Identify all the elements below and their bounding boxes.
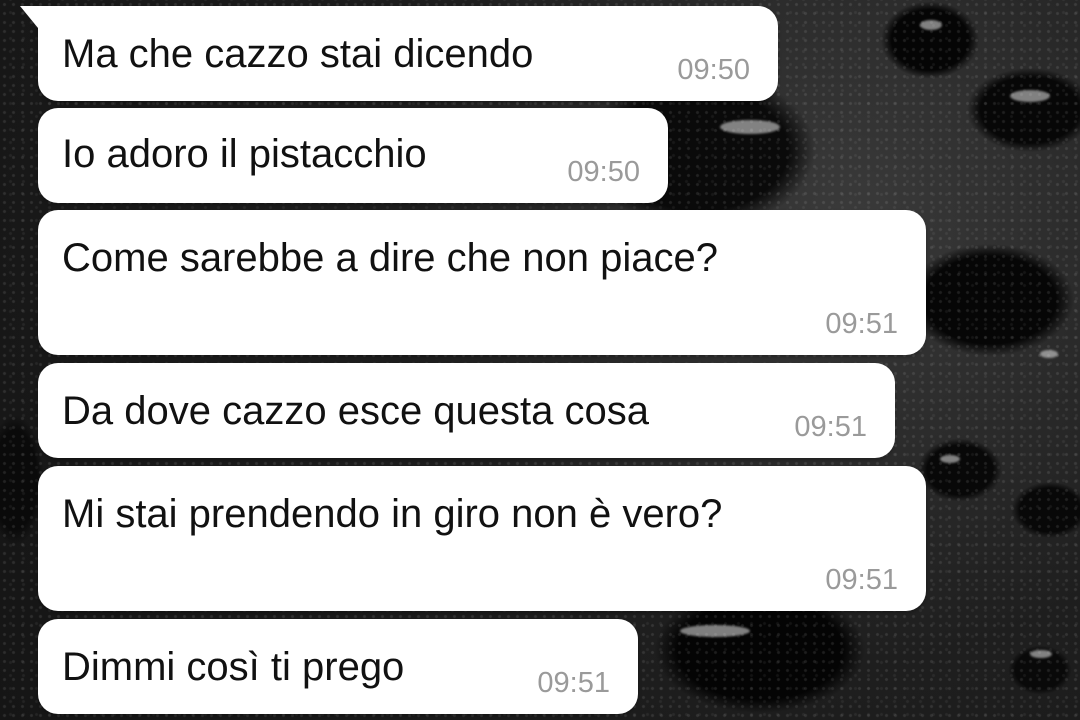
message-bubble[interactable]: Come sarebbe a dire che non piace? 09:51 (38, 210, 926, 355)
message-text: Io adoro il pistacchio (62, 132, 427, 176)
message-text: Come sarebbe a dire che non piace? (62, 236, 718, 280)
message-text: Da dove cazzo esce questa cosa (62, 389, 650, 433)
message-bubble[interactable]: Mi stai prendendo in giro non è vero? 09… (38, 466, 926, 611)
message-text: Dimmi così ti prego (62, 645, 405, 689)
message-text: Mi stai prendendo in giro non è vero? (62, 492, 723, 536)
message-time: 09:51 (537, 667, 610, 699)
message-time: 09:51 (825, 308, 898, 340)
message-bubble[interactable]: Io adoro il pistacchio 09:50 (38, 108, 668, 203)
message-bubble[interactable]: Dimmi così ti prego 09:51 (38, 619, 638, 714)
message-time: 09:51 (825, 564, 898, 596)
message-time: 09:51 (794, 411, 867, 443)
message-time: 09:50 (567, 156, 640, 188)
chat-message-list[interactable]: Ma che cazzo stai dicendo 09:50 Io adoro… (0, 0, 1080, 720)
bubble-tail (20, 6, 38, 28)
message-bubble[interactable]: Ma che cazzo stai dicendo 09:50 (20, 6, 778, 101)
message-bubble[interactable]: Da dove cazzo esce questa cosa 09:51 (38, 363, 895, 458)
message-text: Ma che cazzo stai dicendo (62, 32, 534, 76)
message-time: 09:50 (677, 54, 750, 86)
